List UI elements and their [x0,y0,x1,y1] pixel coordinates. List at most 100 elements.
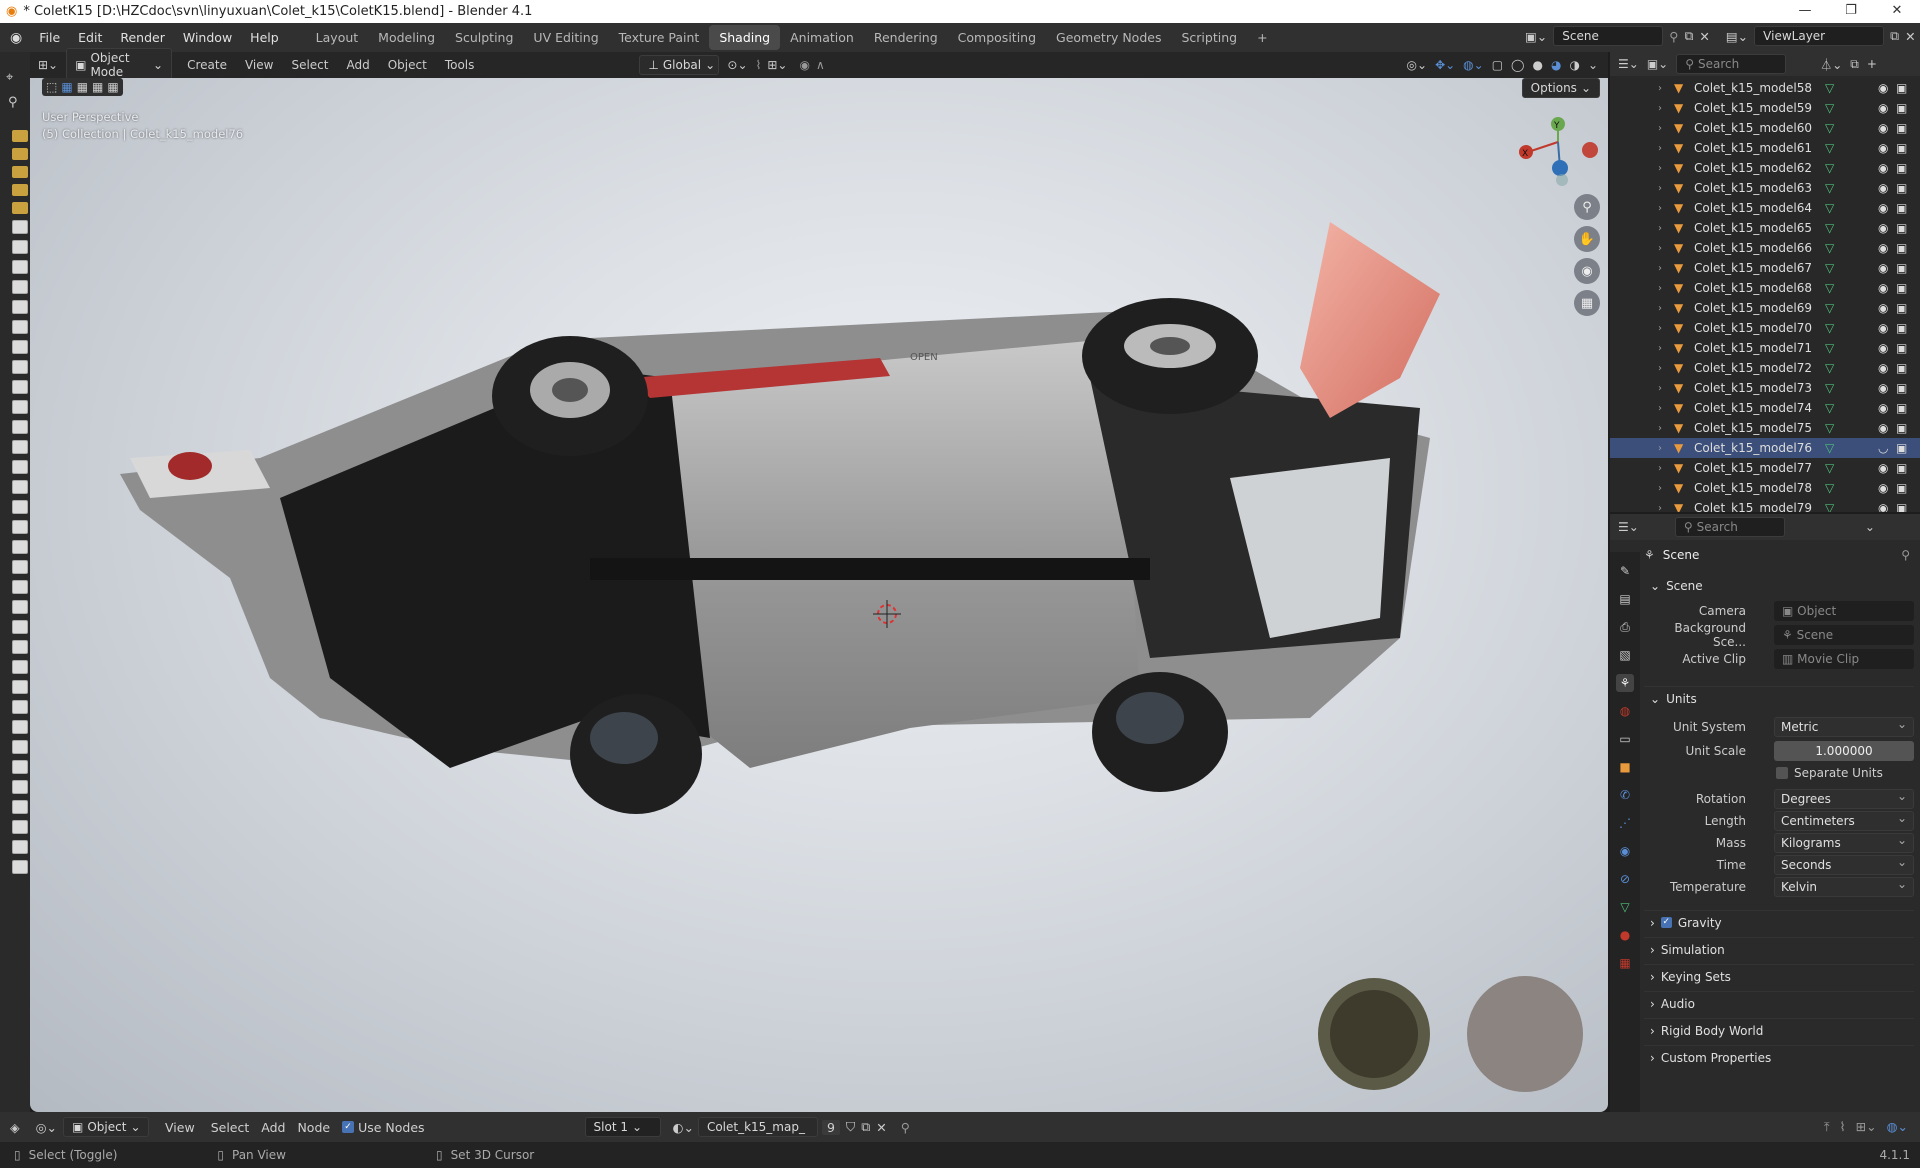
pivot-icon[interactable]: ⊙⌄ [727,58,747,72]
folder-icon[interactable] [12,166,28,178]
image-icon[interactable] [12,480,28,494]
chevron-right-icon[interactable]: › [1658,443,1662,454]
camera-render-icon[interactable]: ▣ [1896,481,1907,495]
scene-selector[interactable]: Scene [1553,26,1664,46]
camera-field[interactable]: ▣ Object [1774,601,1914,621]
new-scene-icon[interactable]: ⧉ [1684,28,1693,44]
camera-render-icon[interactable]: ▣ [1896,181,1907,195]
chevron-right-icon[interactable]: › [1658,223,1662,234]
image-icon[interactable] [12,740,28,754]
delete-scene-icon[interactable]: ✕ [1699,29,1709,44]
properties-search[interactable]: ⚲ Search [1674,517,1785,537]
eye-icon[interactable]: ◉ [1878,381,1888,395]
mesh-data-icon[interactable]: ▽ [1825,241,1834,255]
chevron-right-icon[interactable]: › [1658,323,1662,334]
shader-object-dropdown[interactable]: ▣ Object ⌄ [63,1117,150,1137]
scene-selector-icon[interactable]: ▣⌄ [1525,29,1547,44]
wireframe-shading-icon[interactable]: ◯ [1511,58,1524,72]
rotation-dropdown[interactable]: Degrees [1774,787,1914,809]
active-clip-field[interactable]: ▥ Movie Clip [1774,649,1914,669]
zoom-icon[interactable]: ⚲ [1574,194,1600,220]
material-users-count[interactable]: 9 [821,1119,840,1135]
folder-icon[interactable] [12,148,28,160]
camera-render-icon[interactable]: ▣ [1896,441,1907,455]
tab-shading[interactable]: Shading [709,25,781,50]
chevron-right-icon[interactable]: › [1658,303,1662,314]
mass-dropdown[interactable]: Kilograms [1774,831,1914,853]
blender-menu-icon[interactable]: ◉ [0,30,30,46]
image-icon[interactable] [12,220,28,234]
tab-scripting[interactable]: Scripting [1171,25,1247,50]
overlay-toggle-icon[interactable]: ◍⌄ [1887,1119,1908,1135]
eye-icon[interactable]: ◉ [1878,81,1888,95]
eye-icon[interactable]: ◉ [1878,261,1888,275]
rigid-body-world-panel-header[interactable]: › Rigid Body World [1644,1018,1914,1042]
view-layer-tab-icon[interactable]: ▧ [1616,646,1634,664]
eye-icon[interactable]: ◉ [1878,181,1888,195]
pin-icon[interactable]: ⚲ [901,1120,910,1135]
background-scene-field[interactable]: ⚘ Scene [1774,625,1914,645]
mesh-data-icon[interactable]: ▽ [1825,301,1834,315]
tweak-tool-icon[interactable]: ⌖ [6,70,30,85]
data-tab-icon[interactable]: ▽ [1616,898,1634,916]
eye-icon[interactable]: ◉ [1878,321,1888,335]
tab-animation[interactable]: Animation [780,25,864,50]
outliner-row[interactable]: › ▼ Colet_k15_model73 ▽ ◉ ▣ [1610,378,1920,398]
eye-icon[interactable]: ◉ [1878,501,1888,512]
keying-sets-panel-header[interactable]: › Keying Sets [1644,964,1914,988]
image-icon[interactable] [12,340,28,354]
gizmo-toggle-icon[interactable]: ✥⌄ [1435,58,1455,72]
folder-icon[interactable] [12,202,28,214]
tab-sculpting[interactable]: Sculpting [445,25,523,50]
eye-icon[interactable]: ◉ [1878,141,1888,155]
collection-tab-icon[interactable]: ▭ [1616,730,1634,748]
camera-render-icon[interactable]: ▣ [1896,361,1907,375]
camera-render-icon[interactable]: ▣ [1896,341,1907,355]
chevron-right-icon[interactable]: › [1658,403,1662,414]
outliner-row[interactable]: › ▼ Colet_k15_model64 ▽ ◉ ▣ [1610,198,1920,218]
outliner-row[interactable]: › ▼ Colet_k15_model72 ▽ ◉ ▣ [1610,358,1920,378]
chevron-right-icon[interactable]: › [1658,263,1662,274]
outliner-editor-icon[interactable]: ☰⌄ [1618,57,1639,71]
image-icon[interactable] [12,620,28,634]
tab-geometry-nodes[interactable]: Geometry Nodes [1046,25,1171,50]
scene-tab-icon[interactable]: ⚘ [1616,674,1634,692]
camera-render-icon[interactable]: ▣ [1896,461,1907,475]
shading-options-icon[interactable]: ⌄ [1588,58,1598,72]
new-viewlayer-icon[interactable]: ⧉ [1890,28,1899,44]
camera-render-icon[interactable]: ▣ [1896,401,1907,415]
modifier-tab-icon[interactable]: ✆ [1616,786,1634,804]
eye-icon[interactable]: ◉ [1878,301,1888,315]
time-dropdown[interactable]: Seconds [1774,853,1914,875]
mesh-data-icon[interactable]: ▽ [1825,481,1834,495]
outliner-row[interactable]: › ▼ Colet_k15_model61 ▽ ◉ ▣ [1610,138,1920,158]
image-icon[interactable] [12,240,28,254]
truck-model[interactable]: OPEN Y X [30,78,1608,1112]
eye-icon[interactable]: ◉ [1878,101,1888,115]
chevron-right-icon[interactable]: › [1658,363,1662,374]
camera-render-icon[interactable]: ▣ [1896,81,1907,95]
image-icon[interactable] [12,680,28,694]
eye-icon[interactable]: ◉ [1878,201,1888,215]
node-menu-view[interactable]: View [155,1120,205,1135]
gravity-checkbox[interactable]: ✓ [1660,917,1672,928]
tool-tab-icon[interactable]: ✎ [1616,562,1634,580]
camera-render-icon[interactable]: ▣ [1896,221,1907,235]
outliner-row[interactable]: › ▼ Colet_k15_model62 ▽ ◉ ▣ [1610,158,1920,178]
3d-viewport[interactable]: ⬚ ▦ ▦ ▦ ▦ Options ⌄ User Perspective (5)… [30,78,1608,1112]
material-tab-icon[interactable]: ● [1616,926,1634,944]
pin-icon[interactable]: ⚲ [1901,548,1910,562]
menu-file[interactable]: File [30,30,69,45]
menu-object[interactable]: Object [379,58,436,72]
rendered-shading-icon[interactable]: ◑ [1569,58,1579,72]
close-button[interactable]: ✕ [1874,0,1920,23]
image-icon[interactable] [12,420,28,434]
editor-type-icon[interactable]: ⊞⌄ [30,58,66,72]
menu-edit[interactable]: Edit [69,30,111,45]
mesh-data-icon[interactable]: ▽ [1825,341,1834,355]
unit-scale-field[interactable]: 1.000000 [1774,741,1914,761]
camera-view-icon[interactable]: ◉ [1574,258,1600,284]
eye-icon[interactable]: ◉ [1878,221,1888,235]
chevron-right-icon[interactable]: › [1658,143,1662,154]
camera-render-icon[interactable]: ▣ [1896,301,1907,315]
